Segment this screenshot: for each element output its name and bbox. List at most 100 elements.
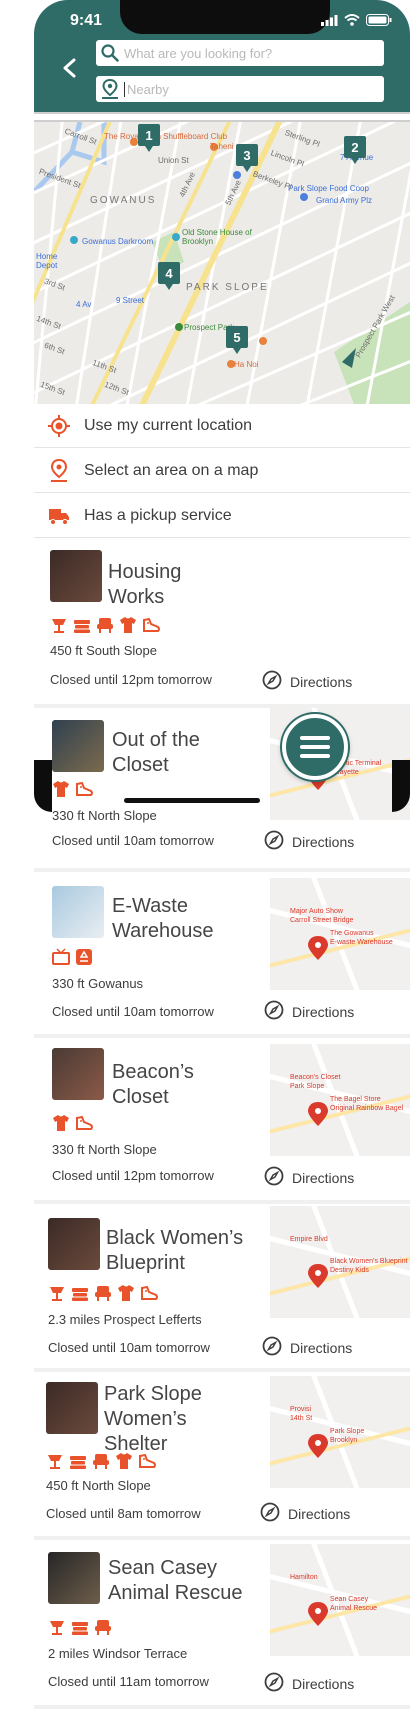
location-placeholder: Nearby — [127, 81, 169, 97]
location-name-line: Beacon’s — [112, 1061, 194, 1083]
location-photo — [46, 1382, 98, 1434]
directions-label: Directions — [292, 1675, 355, 1692]
location-card[interactable]: Park Slope Brooklyn Provisi 14th St Park Slo… — [34, 1372, 410, 1540]
mini-map: Park Slope Brooklyn Provisi 14th St — [270, 1376, 410, 1488]
location-card[interactable]: Black Women’s Blueprint Destiny Kids Empir… — [34, 1204, 410, 1372]
location-photo — [48, 1218, 100, 1270]
directions-label: Directions — [292, 833, 355, 850]
location-name-line: Housing — [108, 561, 182, 583]
location-card[interactable]: The Gowanus E-waste Warehouse Major Auto S… — [34, 872, 410, 1038]
category-icons — [46, 1452, 156, 1470]
location-input[interactable]: Nearby — [96, 76, 384, 102]
shirt-icon — [119, 616, 137, 634]
pickup-service-option[interactable]: Has a pickup service — [34, 494, 410, 538]
location-photo — [50, 550, 102, 602]
directions-button[interactable]: Directions — [262, 670, 352, 693]
menu-bar — [300, 745, 330, 749]
shoe-icon — [140, 1284, 158, 1302]
battery-icon — [366, 14, 392, 26]
directions-button[interactable]: Directions — [260, 1502, 350, 1525]
device-corner-left — [34, 760, 52, 812]
map-pin-1[interactable]: 1 — [138, 124, 160, 152]
location-pin-icon — [96, 79, 124, 99]
mini-map-label: Sean Casey — [330, 1596, 369, 1603]
map-label-grand-army: Grand Army Plz — [316, 196, 373, 205]
results-map[interactable]: The Royal Palm Shuffleboard Club Union S… — [34, 122, 410, 404]
location-distance: 450 ft North Slope — [46, 1478, 151, 1493]
location-name-line: Closet — [112, 1086, 169, 1108]
location-card[interactable]: Housing Works 450 ft South Slope Closed unt… — [34, 540, 410, 708]
map-pin-icon — [34, 458, 84, 483]
location-name-line: Closet — [112, 754, 169, 776]
location-name: Sean Casey Animal Rescue — [108, 1556, 243, 1606]
app-header: 9:41 What are you looking for? Nearby — [34, 0, 410, 112]
mini-map-label: Brooklyn — [330, 1437, 358, 1444]
chair-icon — [94, 1618, 112, 1636]
status-icons — [321, 14, 392, 26]
chair-icon — [94, 1284, 112, 1302]
signal-icon — [321, 14, 338, 26]
select-area-label: Select an area on a map — [84, 461, 259, 479]
tv-icon — [52, 948, 70, 966]
location-card[interactable]: Sean Casey Animal Rescue Hamilton Sean Case… — [34, 1540, 410, 1709]
map-label-taheni: Taheni — [210, 142, 234, 151]
shirt-icon — [115, 1452, 133, 1470]
recycle-icon — [75, 948, 93, 966]
location-distance: 330 ft Gowanus — [52, 976, 144, 991]
search-placeholder: What are you looking for? — [124, 45, 273, 61]
directions-button[interactable]: Directions — [264, 1166, 354, 1189]
map-pin-4[interactable]: 4 — [158, 262, 180, 290]
menu-button[interactable] — [282, 714, 348, 780]
directions-button[interactable]: Directions — [264, 1000, 354, 1023]
crosshair-icon — [34, 414, 84, 437]
location-card[interactable]: The Bagel Store Original Rainbow Bagel Bea… — [34, 1038, 410, 1204]
directions-button[interactable]: Directions — [262, 1336, 352, 1359]
location-hours: Closed until 12pm tomorrow — [50, 672, 212, 687]
search-icon — [96, 44, 124, 62]
map-pin-5[interactable]: 5 — [226, 326, 248, 354]
category-icons — [52, 780, 93, 798]
location-name: Park Slope Women’s Shelter — [104, 1382, 202, 1457]
use-current-location-option[interactable]: Use my current location — [34, 404, 410, 448]
mini-map-label: Park Slope — [330, 1428, 365, 1435]
location-photo — [48, 1552, 100, 1604]
location-name-line: Women’s — [104, 1408, 187, 1430]
shirt-icon — [52, 780, 70, 798]
compass-icon — [264, 830, 284, 853]
lamp-icon — [50, 616, 68, 634]
wifi-icon — [344, 14, 360, 26]
category-icons — [50, 616, 160, 634]
directions-button[interactable]: Directions — [264, 830, 354, 853]
select-area-option[interactable]: Select an area on a map — [34, 449, 410, 493]
location-hours: Closed until 8am tomorrow — [46, 1506, 201, 1521]
location-hours: Closed until 10am tomorrow — [48, 1340, 210, 1355]
compass-icon — [262, 1336, 282, 1359]
mini-map: Black Women’s Blueprint Destiny Kids Empir… — [270, 1206, 410, 1318]
back-arrow-icon[interactable] — [60, 58, 80, 78]
location-name: E-Waste Warehouse — [112, 894, 214, 944]
map-label-gowanus: GOWANUS — [90, 195, 157, 206]
mini-map-label: The Bagel Store — [330, 1096, 381, 1103]
map-pin-3[interactable]: 3 — [236, 144, 258, 172]
shirt-icon — [117, 1284, 135, 1302]
mini-map-label: Original Rainbow Bagel — [330, 1105, 404, 1112]
location-name: Black Women’s Blueprint — [106, 1226, 243, 1276]
location-photo — [52, 886, 104, 938]
shoe-icon — [75, 1114, 93, 1132]
lamp-icon — [48, 1618, 66, 1636]
mini-map-label: 14th St — [290, 1415, 313, 1422]
lamp-icon — [46, 1452, 64, 1470]
map-label-union: Union St — [158, 156, 189, 165]
search-input[interactable]: What are you looking for? — [96, 40, 384, 66]
map-label-food-coop: Park Slope Food Coop — [288, 184, 369, 193]
map-pin-2[interactable]: 2 — [344, 136, 366, 164]
location-hours: Closed until 10am tomorrow — [52, 833, 214, 848]
category-icons — [52, 1114, 93, 1132]
mini-map-label: Destiny Kids — [330, 1267, 369, 1274]
text-cursor — [124, 81, 125, 97]
location-name-line: Park Slope — [104, 1383, 202, 1405]
directions-button[interactable]: Directions — [264, 1672, 354, 1695]
map-label-old-stone: Old Stone House of Brooklyn — [182, 228, 252, 246]
map-label-park-slope: PARK SLOPE — [186, 282, 269, 293]
location-card[interactable]: Atlantic TerminalLafayetteNevins StreetO… — [34, 708, 410, 872]
